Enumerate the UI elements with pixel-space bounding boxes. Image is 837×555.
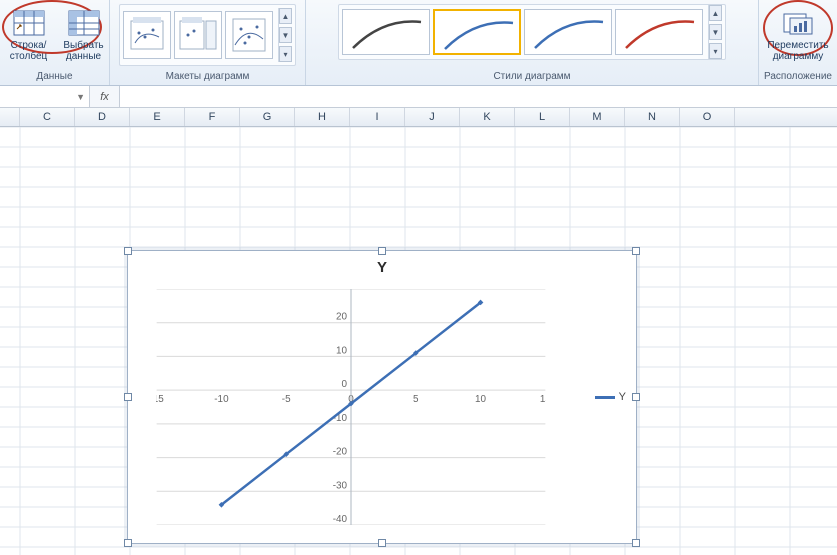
name-box[interactable]: ▼ [0, 86, 90, 107]
column-header[interactable]: N [625, 108, 680, 126]
column-header[interactable]: G [240, 108, 295, 126]
ribbon-group-data: Строка/столбец Выбрать данные Данные [0, 0, 110, 85]
formula-input[interactable] [120, 86, 837, 107]
svg-text:-30: -30 [333, 480, 348, 491]
svg-text:-5: -5 [282, 394, 291, 405]
svg-text:-20: -20 [333, 447, 348, 458]
move-chart-icon [782, 7, 814, 39]
ribbon-group-label: Данные [4, 69, 105, 83]
grid-area[interactable]: Y Y -40-30-20-100102030-15-10-5051015 [0, 127, 837, 555]
ribbon-group-location: Переместить диаграмму Расположение [759, 0, 837, 85]
ribbon-group-label: Расположение [763, 69, 833, 83]
gallery-scroll-up[interactable]: ▲ [709, 5, 722, 21]
svg-text:-10: -10 [333, 413, 348, 424]
svg-text:-10: -10 [214, 394, 229, 405]
gallery-scroll: ▲ ▼ ▾ [278, 8, 292, 62]
legend-swatch [595, 396, 615, 399]
chart-style-option[interactable] [433, 9, 521, 55]
fx-icon[interactable]: fx [90, 86, 120, 107]
chart-layout-option[interactable] [123, 11, 171, 59]
select-data-label: Выбрать данные [63, 40, 105, 62]
chart-layout-option[interactable] [174, 11, 222, 59]
gallery-expand-button[interactable]: ▾ [709, 43, 722, 59]
ribbon-group-label: Макеты диаграмм [114, 69, 301, 83]
plot-area[interactable]: -40-30-20-100102030-15-10-5051015 [156, 289, 546, 525]
move-chart-label: Переместить диаграмму [766, 40, 830, 62]
formula-bar: ▼ fx [0, 86, 837, 108]
chart-title[interactable]: Y [128, 259, 636, 276]
ribbon: Строка/столбец Выбрать данные Данные [0, 0, 837, 86]
gallery-expand-button[interactable]: ▾ [279, 46, 292, 62]
svg-text:20: 20 [336, 312, 348, 323]
column-header[interactable]: K [460, 108, 515, 126]
chart-style-option[interactable] [615, 9, 703, 55]
svg-text:5: 5 [413, 394, 419, 405]
chart-legend[interactable]: Y [595, 391, 626, 403]
svg-text:-15: -15 [156, 394, 164, 405]
ribbon-group-layouts: ▲ ▼ ▾ Макеты диаграмм [110, 0, 306, 85]
column-header[interactable]: I [350, 108, 405, 126]
plot-svg: -40-30-20-100102030-15-10-5051015 [156, 289, 546, 525]
chart-layouts-gallery: ▲ ▼ ▾ [119, 4, 296, 66]
gallery-scroll-down[interactable]: ▼ [279, 27, 292, 43]
column-header[interactable]: E [130, 108, 185, 126]
svg-text:-40: -40 [333, 514, 348, 525]
column-header[interactable]: F [185, 108, 240, 126]
column-header[interactable] [0, 108, 20, 126]
chart-style-option[interactable] [342, 9, 430, 55]
column-header[interactable]: O [680, 108, 735, 126]
switch-row-column-label: Строка/столбец [5, 40, 53, 62]
ribbon-group-styles: ▲ ▼ ▾ Стили диаграмм [306, 0, 759, 85]
chart-layout-option[interactable] [225, 11, 273, 59]
column-header[interactable]: J [405, 108, 460, 126]
spreadsheet: CDEFGHIJKLMNO Y Y -40-30-20-100102030-15… [0, 108, 837, 555]
chart-styles-gallery: ▲ ▼ ▾ [338, 4, 726, 60]
ribbon-group-label: Стили диаграмм [310, 69, 754, 83]
svg-text:15: 15 [540, 394, 546, 405]
column-headers: CDEFGHIJKLMNO [0, 108, 837, 127]
gallery-scroll-up[interactable]: ▲ [279, 8, 292, 24]
gallery-scroll: ▲ ▼ ▾ [708, 5, 722, 59]
column-header[interactable]: M [570, 108, 625, 126]
gallery-scroll-down[interactable]: ▼ [709, 24, 722, 40]
chart-style-option[interactable] [524, 9, 612, 55]
select-data-icon [68, 7, 100, 39]
column-header[interactable]: D [75, 108, 130, 126]
switch-row-column-button[interactable]: Строка/столбец [2, 4, 56, 65]
column-header[interactable]: L [515, 108, 570, 126]
svg-text:0: 0 [342, 379, 348, 390]
select-data-button[interactable]: Выбрать данные [60, 4, 108, 65]
svg-text:10: 10 [475, 394, 487, 405]
embedded-chart[interactable]: Y Y -40-30-20-100102030-15-10-5051015 [127, 250, 637, 544]
svg-text:10: 10 [336, 345, 348, 356]
column-header[interactable]: H [295, 108, 350, 126]
column-header[interactable]: C [20, 108, 75, 126]
move-chart-button[interactable]: Переместить диаграмму [763, 4, 833, 65]
legend-label: Y [619, 391, 626, 403]
switch-row-column-icon [13, 7, 45, 39]
